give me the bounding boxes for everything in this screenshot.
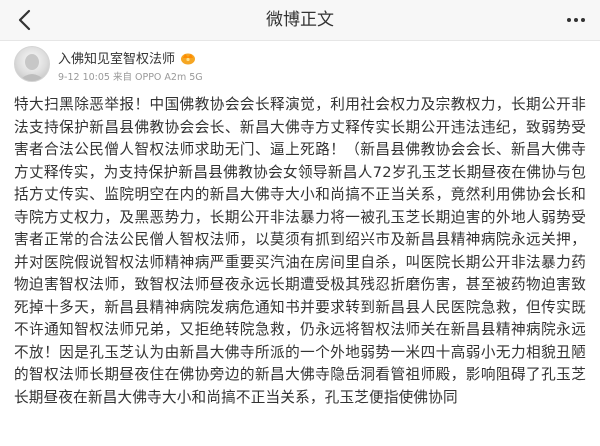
more-dots-icon	[567, 18, 585, 22]
avatar[interactable]	[14, 46, 50, 82]
post-body-text: 特大扫黑除恶举报！中国佛教协会会长释演觉，利用社会权力及宗教权力，长期公开非法支…	[14, 96, 586, 406]
vip-crown-icon	[181, 53, 196, 64]
post-meta: 9-12 10:05 来自 OPPO A2m 5G	[58, 72, 203, 83]
page-title: 微博正文	[266, 10, 334, 30]
user-silhouette-icon	[19, 54, 45, 81]
author-row: 入佛知见室智权法师	[58, 48, 196, 67]
post-header: 入佛知见室智权法师 9-12 10:05 来自 OPPO A2m 5G	[0, 41, 600, 89]
author-name[interactable]: 入佛知见室智权法师	[58, 48, 175, 67]
top-nav-bar: 微博正文	[0, 0, 600, 41]
more-button[interactable]	[560, 4, 592, 36]
